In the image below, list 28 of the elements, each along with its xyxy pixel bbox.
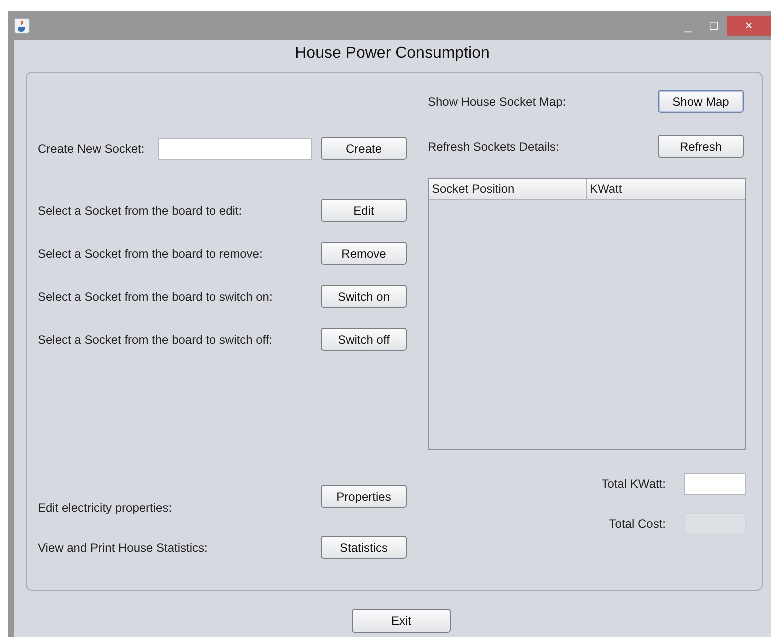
- field-label: Select a Socket from the board to remove:: [38, 246, 264, 260]
- input-field[interactable]: [684, 472, 746, 494]
- input-field[interactable]: [158, 138, 312, 160]
- field-label: Select a Socket from the board to edit:: [38, 204, 244, 218]
- field-label: Total Cost:: [609, 516, 666, 530]
- action-button[interactable]: Create: [321, 137, 407, 160]
- field-label: Edit electricity properties:: [38, 501, 174, 515]
- field-label: View and Print House Statistics:: [38, 540, 209, 554]
- action-button[interactable]: Exit: [352, 609, 451, 633]
- java-cup-icon: [14, 18, 30, 34]
- field-label: Total KWatt:: [602, 476, 666, 490]
- field-label: Create New Socket:: [38, 142, 146, 156]
- action-button[interactable]: Properties: [321, 485, 407, 508]
- field-label: Select a Socket from the board to switch off:: [38, 332, 274, 346]
- action-button[interactable]: Switch on: [321, 285, 407, 308]
- field-label: Show House Socket Map:: [428, 94, 568, 108]
- column-header[interactable]: KWatt: [587, 179, 622, 199]
- column-header[interactable]: Socket Position: [429, 179, 587, 199]
- field-label: Select a Socket from the board to switch on:: [38, 290, 274, 304]
- action-button[interactable]: Remove: [321, 242, 407, 265]
- close-button[interactable]: ×: [727, 16, 771, 36]
- action-button[interactable]: Show Map: [658, 90, 744, 113]
- window-title: House Power Consumption: [294, 44, 491, 64]
- action-button[interactable]: Switch off: [321, 328, 407, 351]
- action-button[interactable]: Statistics: [321, 536, 407, 559]
- field-label: Refresh Sockets Details:: [428, 140, 560, 154]
- action-button[interactable]: Edit: [321, 199, 407, 222]
- action-button[interactable]: Refresh: [658, 135, 744, 158]
